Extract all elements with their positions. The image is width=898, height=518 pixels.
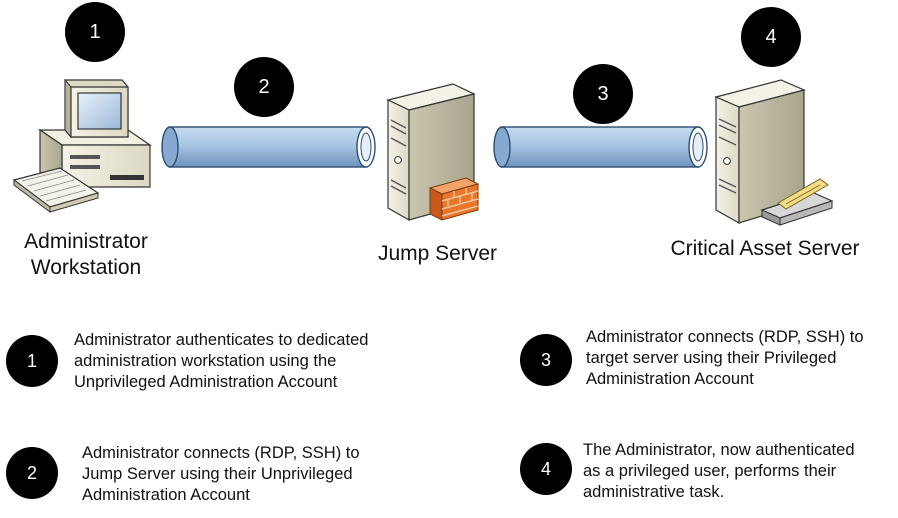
jump-server-label: Jump Server	[377, 242, 498, 265]
legend-line: Administrator authenticates to dedicated	[74, 331, 369, 349]
legend-badge-number: 4	[540, 458, 551, 479]
legend-line: Administrator connects (RDP, SSH) to	[82, 444, 360, 462]
step-badge-2: 2	[234, 57, 294, 117]
legend-line: Jump Server using their Unprivileged	[82, 465, 353, 483]
workstation-label: Administrator Workstation	[0, 229, 172, 281]
legend-line: target server using their Privileged	[586, 349, 837, 367]
step-badge-number: 2	[258, 75, 270, 98]
legend-line: administration workstation using the	[74, 352, 337, 370]
legend-step-4: The Administrator, now authenticated as …	[583, 440, 855, 503]
critical-server-label: Critical Asset Server	[670, 237, 860, 260]
legend-badge-number: 1	[26, 350, 37, 371]
legend-badge-4: 4	[520, 443, 572, 495]
legend-line: Administrator connects (RDP, SSH) to	[586, 328, 864, 346]
legend-line: Unprivileged Administration Account	[74, 373, 338, 391]
step-badge-number: 3	[597, 82, 609, 105]
step-badge-4: 4	[741, 7, 801, 67]
legend-step-2: Administrator connects (RDP, SSH) to Jum…	[82, 443, 360, 506]
server-firewall-icon	[386, 83, 480, 222]
legend-line: administrative task.	[583, 483, 725, 501]
legend-badge-2: 2	[6, 447, 58, 499]
step-badge-3: 3	[573, 64, 633, 124]
workstation-label-line: Administrator	[24, 230, 148, 253]
tunnel-pipe-icon	[161, 126, 376, 168]
step-badge-1: 1	[65, 2, 125, 62]
legend-line: as a privileged user, performs their	[583, 462, 837, 480]
workstation-icon	[12, 78, 152, 213]
legend-line: The Administrator, now authenticated	[583, 441, 855, 459]
legend-badge-1: 1	[6, 335, 58, 387]
server-keycard-icon	[714, 79, 834, 226]
legend-badge-3: 3	[520, 334, 572, 386]
legend-line: Administration Account	[82, 486, 250, 504]
step-badge-number: 1	[89, 20, 101, 43]
legend-line: Administration Account	[586, 370, 754, 388]
legend-step-3: Administrator connects (RDP, SSH) to tar…	[586, 327, 864, 390]
workstation-label-line: Workstation	[30, 256, 142, 279]
legend-badge-number: 2	[26, 462, 37, 483]
tunnel-pipe-icon	[493, 126, 708, 168]
legend-step-1: Administrator authenticates to dedicated…	[74, 330, 368, 393]
legend-badge-number: 3	[540, 349, 551, 370]
step-badge-number: 4	[765, 25, 777, 48]
